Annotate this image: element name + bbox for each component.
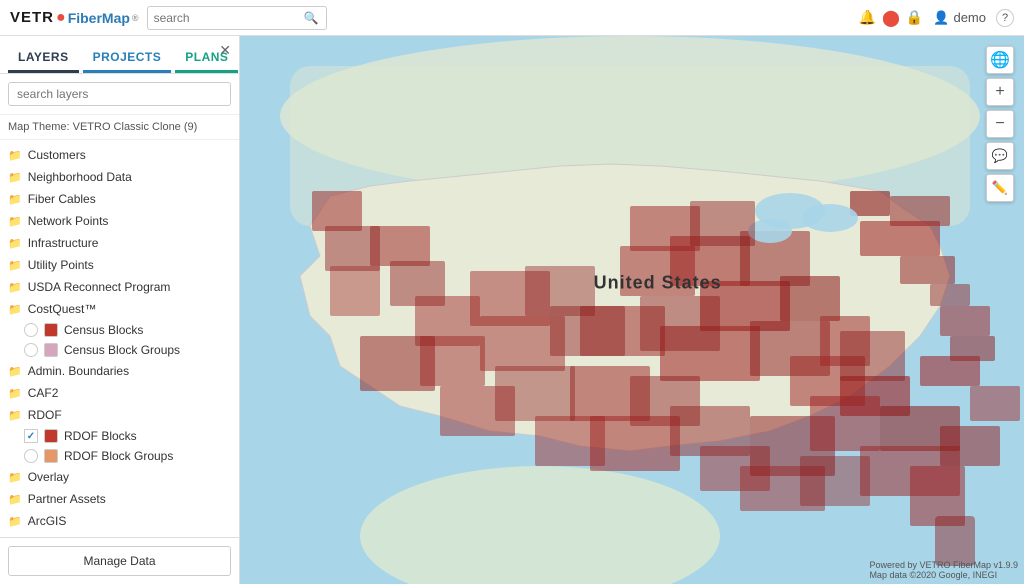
layer-label: Census Blocks: [64, 323, 143, 337]
rdof-blocks-toggle[interactable]: ✓: [24, 429, 38, 443]
tab-layers[interactable]: LAYERS: [8, 44, 79, 73]
folder-icon: 📁: [8, 149, 22, 162]
layer-label: RDOF Blocks: [64, 429, 137, 443]
sidebar-panel: ✕ LAYERS PROJECTS PLANS Map Theme: VETRO…: [0, 36, 240, 584]
layer-label: Census Block Groups: [64, 343, 180, 357]
edit-button[interactable]: ✏️: [986, 174, 1014, 202]
layer-item-infrastructure[interactable]: 📁 Infrastructure: [0, 232, 239, 254]
folder-icon: 📁: [8, 471, 22, 484]
globe-button[interactable]: 🌐: [986, 46, 1014, 74]
folder-icon: 📁: [8, 409, 22, 422]
user-info: 👤 demo: [933, 10, 986, 26]
header-search-input[interactable]: [154, 11, 304, 25]
app-header: VETR●FiberMap® 🔍 🔔 ⬤ 🔒 👤 demo ?: [0, 0, 1024, 36]
layer-label: Admin. Boundaries: [28, 364, 129, 378]
folder-icon: 📁: [8, 215, 22, 228]
census-block-groups-toggle[interactable]: [24, 343, 38, 357]
layer-item-customers[interactable]: 📁 Customers: [0, 144, 239, 166]
rdof-block-groups-color: [44, 449, 58, 463]
layer-item-network-points[interactable]: 📁 Network Points: [0, 210, 239, 232]
layer-item-rdof-block-groups[interactable]: RDOF Block Groups: [0, 446, 239, 466]
layer-label: Partner Assets: [28, 492, 106, 506]
folder-icon: 📁: [8, 387, 22, 400]
layer-item-caf2[interactable]: 📁 CAF2: [0, 382, 239, 404]
layer-item-partner-assets[interactable]: 📁 Partner Assets: [0, 488, 239, 510]
layer-label: ArcGIS: [28, 514, 67, 528]
bell-icon[interactable]: 🔔: [859, 9, 876, 26]
sidebar-tabs: LAYERS PROJECTS PLANS: [0, 36, 239, 74]
layer-item-rdof[interactable]: 📁 RDOF: [0, 404, 239, 426]
logo-dot: ●: [56, 9, 66, 27]
layer-item-census-blocks[interactable]: Census Blocks: [0, 320, 239, 340]
help-icon[interactable]: ?: [996, 9, 1014, 27]
layers-search-container: [0, 74, 239, 115]
folder-icon: 📁: [8, 193, 22, 206]
layer-item-census-block-groups[interactable]: Census Block Groups: [0, 340, 239, 360]
zoom-out-button[interactable]: −: [986, 110, 1014, 138]
layer-label: RDOF Block Groups: [64, 449, 173, 463]
layer-item-usda[interactable]: 📁 USDA Reconnect Program: [0, 276, 239, 298]
layers-search-input[interactable]: [8, 82, 231, 106]
map-theme-label: Map Theme: VETRO Classic Clone (9): [0, 115, 239, 140]
layer-label: Fiber Cables: [28, 192, 96, 206]
layer-label: Neighborhood Data: [28, 170, 132, 184]
sidebar-close-button[interactable]: ✕: [219, 42, 231, 59]
layer-label: Overlay: [28, 470, 69, 484]
layers-list: 📁 Customers 📁 Neighborhood Data 📁 Fiber …: [0, 140, 239, 537]
logo-registered: ®: [132, 13, 139, 23]
main-content: ✕ LAYERS PROJECTS PLANS Map Theme: VETRO…: [0, 36, 1024, 584]
header-right: 🔔 ⬤ 🔒 👤 demo ?: [859, 8, 1015, 28]
toggle-icon[interactable]: ⬤: [882, 8, 900, 28]
layer-item-admin-boundaries[interactable]: 📁 Admin. Boundaries: [0, 360, 239, 382]
map-svg: [240, 36, 1024, 584]
map-area[interactable]: United States 🌐 + − 💬 ✏️ Powered by VETR…: [240, 36, 1024, 584]
folder-icon: 📁: [8, 493, 22, 506]
rdof-block-groups-toggle[interactable]: [24, 449, 38, 463]
layer-item-fiber-cables[interactable]: 📁 Fiber Cables: [0, 188, 239, 210]
census-blocks-color: [44, 323, 58, 337]
header-search-box[interactable]: 🔍: [147, 6, 327, 30]
folder-icon: 📁: [8, 259, 22, 272]
rdof-blocks-color: [44, 429, 58, 443]
app-logo: VETR●FiberMap®: [10, 9, 139, 27]
header-search-button[interactable]: 🔍: [304, 11, 319, 25]
layer-label: Infrastructure: [28, 236, 99, 250]
layer-label: Network Points: [28, 214, 109, 228]
folder-icon: 📁: [8, 303, 22, 316]
layer-item-costquest[interactable]: 📁 CostQuest™: [0, 298, 239, 320]
map-controls: 🌐 + − 💬 ✏️: [986, 46, 1014, 202]
folder-icon: 📁: [8, 515, 22, 528]
layer-label: Utility Points: [28, 258, 94, 272]
logo-fibermap: FiberMap: [68, 10, 130, 26]
sidebar-footer: Manage Data: [0, 537, 239, 584]
layer-label: USDA Reconnect Program: [28, 280, 171, 294]
layer-item-neighborhood[interactable]: 📁 Neighborhood Data: [0, 166, 239, 188]
census-blocks-toggle[interactable]: [24, 323, 38, 337]
logo-vetro: VETR: [10, 9, 54, 26]
lock-icon[interactable]: 🔒: [906, 9, 923, 26]
layer-label: CAF2: [28, 386, 59, 400]
census-block-groups-color: [44, 343, 58, 357]
layer-label: Customers: [28, 148, 86, 162]
manage-data-button[interactable]: Manage Data: [8, 546, 231, 576]
folder-icon: 📁: [8, 171, 22, 184]
user-icon: 👤: [933, 10, 949, 26]
layer-label: CostQuest™: [28, 302, 97, 316]
zoom-in-button[interactable]: +: [986, 78, 1014, 106]
username-label: demo: [953, 10, 986, 25]
map-watermark: Powered by VETRO FiberMap v1.9.9 Map dat…: [869, 560, 1018, 580]
layer-item-utility-points[interactable]: 📁 Utility Points: [0, 254, 239, 276]
layer-item-rdof-blocks[interactable]: ✓ RDOF Blocks: [0, 426, 239, 446]
layer-label: RDOF: [28, 408, 62, 422]
folder-icon: 📁: [8, 281, 22, 294]
header-icon-group: 🔔 ⬤ 🔒: [859, 8, 924, 28]
layer-item-overlay[interactable]: 📁 Overlay: [0, 466, 239, 488]
folder-icon: 📁: [8, 237, 22, 250]
tab-projects[interactable]: PROJECTS: [83, 44, 172, 73]
folder-icon: 📁: [8, 365, 22, 378]
comment-button[interactable]: 💬: [986, 142, 1014, 170]
layer-item-arcgis[interactable]: 📁 ArcGIS: [0, 510, 239, 532]
